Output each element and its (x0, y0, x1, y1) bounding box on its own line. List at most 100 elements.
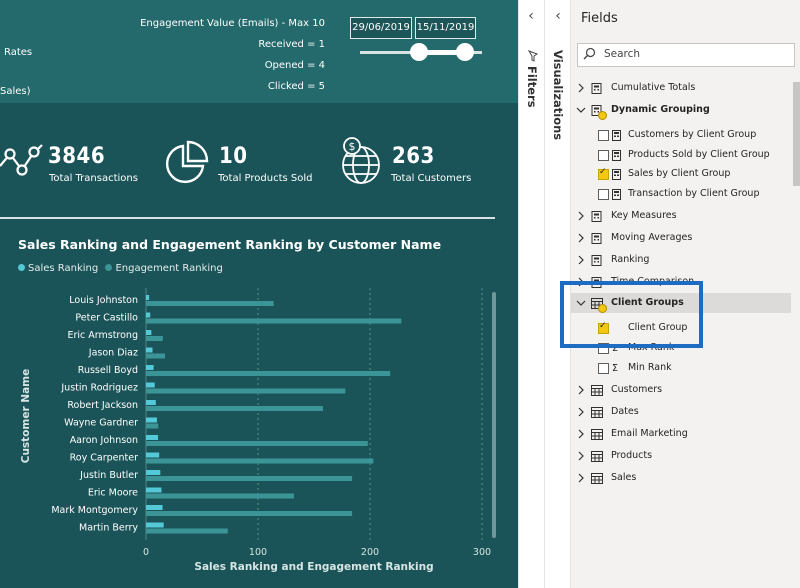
bar-sales-ranking[interactable] (146, 487, 162, 493)
bar-chart[interactable]: 0 100 200 300 Louis Johnston Peter Castillo Er… (0, 280, 518, 588)
x-tick-label-100: 100 (249, 547, 267, 558)
field-item-customers-by-client-group[interactable]: Customers by Client Group (571, 125, 789, 145)
measure-icon (612, 145, 624, 165)
chevron-right-icon[interactable] (576, 385, 586, 395)
chevron-right-icon[interactable] (576, 473, 586, 483)
field-checkbox[interactable] (598, 167, 609, 180)
field-checkbox[interactable] (598, 363, 609, 374)
bar-engagement-ranking[interactable] (146, 511, 353, 516)
field-checkbox[interactable] (598, 189, 609, 200)
bar-engagement-ranking[interactable] (146, 528, 228, 534)
field-table-customers[interactable]: Customers (571, 380, 789, 400)
legend-sales-label: Sales Ranking (28, 263, 99, 274)
field-item-min-rank[interactable]: Σ Min Rank (571, 358, 789, 378)
fields-search-input[interactable]: Search (577, 43, 795, 67)
bar-sales-ranking[interactable] (146, 522, 164, 528)
field-label: Email Marketing (611, 428, 688, 439)
bar-sales-ranking[interactable] (146, 347, 153, 353)
slider-start-handle[interactable] (410, 43, 428, 61)
bar-engagement-ranking[interactable] (146, 423, 159, 429)
visualizations-label[interactable]: Visualizations (551, 50, 565, 140)
fields-scrollbar[interactable] (793, 82, 800, 186)
bar-sales-ranking[interactable] (146, 470, 161, 475)
chevron-right-icon[interactable] (576, 255, 586, 265)
bar-engagement-ranking[interactable] (146, 493, 294, 499)
measure-table-icon (591, 228, 605, 248)
chevron-right-icon[interactable] (576, 451, 586, 461)
bar-engagement-ranking[interactable] (146, 476, 353, 481)
x-tick-label-200: 200 (361, 547, 379, 558)
search-icon (583, 47, 596, 60)
date-range-slider[interactable] (360, 42, 482, 64)
measure-icon (612, 184, 624, 204)
slider-end-handle[interactable] (456, 43, 474, 61)
bar-sales-ranking[interactable] (146, 330, 152, 335)
bar-engagement-ranking[interactable] (146, 388, 346, 394)
x-axis-title: Sales Ranking and Engagement Ranking (194, 561, 433, 573)
chevron-right-icon[interactable] (576, 429, 586, 439)
table-icon (591, 380, 605, 400)
filters-pane[interactable]: ‹ Filters (518, 0, 545, 588)
bar-sales-ranking[interactable] (146, 295, 150, 300)
field-table-key-measures[interactable]: Key Measures (571, 206, 789, 226)
bar-engagement-ranking[interactable] (146, 301, 274, 306)
y-axis-title: Customer Name (20, 369, 32, 464)
bar-sales-ranking[interactable] (146, 452, 160, 458)
bar-sales-ranking[interactable] (146, 365, 154, 370)
bar-engagement-ranking[interactable] (146, 406, 323, 411)
table-icon (591, 468, 605, 488)
date-end-input[interactable]: 15/11/2019 (415, 17, 476, 39)
kpi-customers-value: 263 (392, 144, 435, 169)
field-table-sales[interactable]: Sales (571, 468, 789, 488)
field-item-sales-by-client-group[interactable]: Sales by Client Group (571, 164, 789, 184)
measure-icon (612, 125, 624, 145)
field-table-moving-averages[interactable]: Moving Averages (571, 228, 789, 248)
chevron-down-icon[interactable] (576, 105, 586, 115)
chevron-right-icon[interactable] (576, 233, 586, 243)
bar-engagement-ranking[interactable] (146, 441, 368, 446)
field-table-products[interactable]: Products (571, 446, 789, 466)
bar-sales-ranking[interactable] (146, 382, 155, 388)
measure-icon (612, 164, 624, 184)
collapse-filters-chevron-icon[interactable]: ‹ (521, 8, 541, 24)
field-table-cumulative-totals[interactable]: Cumulative Totals (571, 78, 789, 98)
svg-text:$: $ (349, 140, 356, 153)
chart-title: Sales Ranking and Engagement Ranking by … (18, 237, 442, 252)
table-icon (591, 446, 605, 466)
bar-engagement-ranking[interactable] (146, 353, 166, 359)
field-label: Ranking (611, 254, 650, 265)
chevron-right-icon[interactable] (576, 211, 586, 221)
chevron-right-icon[interactable] (576, 407, 586, 417)
bar-sales-ranking[interactable] (146, 435, 159, 440)
field-item-products-sold-by-client-group[interactable]: Products Sold by Client Group (571, 145, 789, 165)
chevron-right-icon[interactable] (576, 83, 586, 93)
bar-engagement-ranking[interactable] (146, 458, 374, 464)
field-item-transaction-by-client-group[interactable]: Transaction by Client Group (571, 184, 789, 204)
field-table-dates[interactable]: Dates (571, 402, 789, 422)
legend-dot-sales (18, 264, 25, 271)
field-checkbox[interactable] (598, 150, 609, 161)
field-table-email-marketing[interactable]: Email Marketing (571, 424, 789, 444)
bar-sales-ranking[interactable] (146, 505, 163, 510)
field-label: Min Rank (628, 362, 672, 373)
engagement-opened: Opened = 4 (264, 60, 325, 71)
collapse-visualizations-chevron-icon[interactable]: ‹ (548, 8, 568, 24)
bar-engagement-ranking[interactable] (146, 336, 163, 341)
search-placeholder: Search (604, 48, 641, 60)
field-checkbox[interactable] (598, 130, 609, 141)
kpi-products-label: Total Products Sold (218, 173, 313, 184)
sigma-icon: Σ (612, 363, 619, 374)
field-table-ranking[interactable]: Ranking (571, 250, 789, 270)
chart-legend[interactable]: Sales Ranking Engagement Ranking (18, 263, 223, 274)
bar-sales-ranking[interactable] (146, 400, 156, 405)
bar-engagement-ranking[interactable] (146, 371, 391, 376)
fields-title: Fields (581, 11, 618, 26)
field-table-dynamic-grouping[interactable]: Dynamic Grouping (571, 100, 789, 120)
field-label: Dates (611, 406, 639, 417)
bar-engagement-ranking[interactable] (146, 318, 402, 324)
date-start-input[interactable]: 29/06/2019 (350, 17, 412, 39)
bar-sales-ranking[interactable] (146, 312, 151, 318)
bar-sales-ranking[interactable] (146, 417, 157, 423)
chart-scrollbar[interactable] (492, 292, 496, 538)
filters-label[interactable]: Filters (525, 66, 539, 108)
